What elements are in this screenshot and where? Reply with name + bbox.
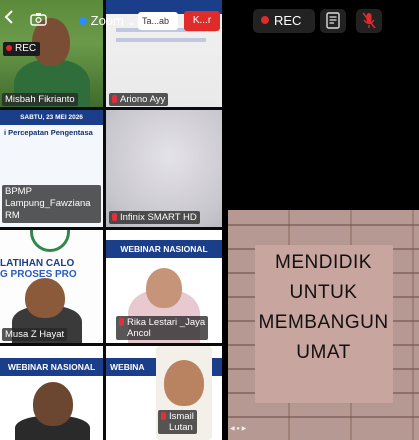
participant-name: Ismail Lutan [158, 410, 197, 434]
slide-title: i Percepatan Pengentasa [4, 128, 93, 137]
poster-line: UMAT [296, 342, 351, 363]
participant-face [25, 278, 65, 318]
mic-muted-icon [112, 95, 117, 103]
logo-emblem [30, 230, 70, 252]
mic-muted-icon [119, 318, 124, 326]
participant-name: Rika Lestari _Jaya Ancol [116, 316, 209, 340]
poster-text: MENDIDIK UNTUK MEMBANGUN UMAT [228, 248, 419, 368]
poster-line: MEMBANGUN [258, 312, 389, 333]
meeting-info-field[interactable]: Ta...ab [138, 12, 178, 30]
video-controls[interactable]: ◀ ● ▶ [230, 425, 246, 432]
participant-face [33, 382, 73, 426]
zoom-button[interactable]: Zoom ⌄ [79, 13, 135, 28]
mute-button[interactable] [356, 9, 382, 33]
zoom-chevron-icon: ⌄ [127, 17, 136, 27]
participant-tile[interactable]: SABTU, 23 MEI 2026 i Percepatan Pengenta… [0, 110, 103, 227]
gallery-view: Misbah Fikrianto Ariono Ayy SABTU, 23 ME… [0, 0, 222, 440]
slide-date: SABTU, 23 MEI 2026 [0, 110, 103, 125]
participant-name: BPMP Lampung_Fawziana RM [2, 185, 101, 223]
recording-indicator: REC [253, 9, 315, 33]
record-dot-icon [6, 45, 12, 51]
participant-name: Infinix SMART HD [109, 211, 200, 224]
participant-tile[interactable]: Infinix SMART HD [106, 110, 222, 227]
mic-muted-icon [112, 213, 117, 221]
captions-icon [326, 12, 340, 29]
captions-button[interactable] [320, 9, 346, 33]
participant-tile[interactable]: WEBINAR NASIONAL Rika Lestari _Jaya Anco… [106, 230, 222, 343]
record-dot-icon [261, 16, 269, 24]
camera-flip-icon[interactable] [30, 12, 47, 29]
poster-line: MENDIDIK [275, 252, 372, 273]
poster-line: UNTUK [289, 282, 358, 303]
share-view: REC MENDIDIK UNTUK MEMBANGUN UMAT ◀ ● ▶ [228, 0, 419, 440]
participant-face [164, 360, 204, 406]
zoom-status-dot [79, 17, 87, 25]
slide-title: LATIHAN CALO G PROSES PRO [0, 258, 77, 280]
participant-face [146, 268, 182, 308]
back-icon[interactable] [3, 10, 15, 27]
mic-muted-icon [161, 412, 166, 420]
leave-button[interactable]: K...r [184, 11, 220, 31]
shared-screen: MENDIDIK UNTUK MEMBANGUN UMAT ◀ ● ▶ [228, 210, 419, 440]
slide-banner: WEBINAR NASIONAL [106, 240, 222, 258]
meeting-toolbar: Zoom ⌄ Ta...ab K...r [0, 0, 222, 40]
recording-indicator: REC [3, 42, 41, 56]
mic-muted-icon [362, 12, 376, 29]
participant-name: Misbah Fikrianto [2, 93, 78, 106]
participant-name: Musa Z Hayat [2, 328, 68, 341]
slide-banner: WEBINAR NASIONAL [0, 358, 103, 376]
participant-tile[interactable]: WEBINAR NASIONAL [0, 346, 103, 440]
participant-name: Ariono Ayy [109, 93, 169, 106]
participant-tile[interactable]: WEBINA Ismail Lutan [106, 346, 222, 440]
participant-tile[interactable]: LATIHAN CALO G PROSES PRO Musa Z Hayat [0, 230, 103, 343]
